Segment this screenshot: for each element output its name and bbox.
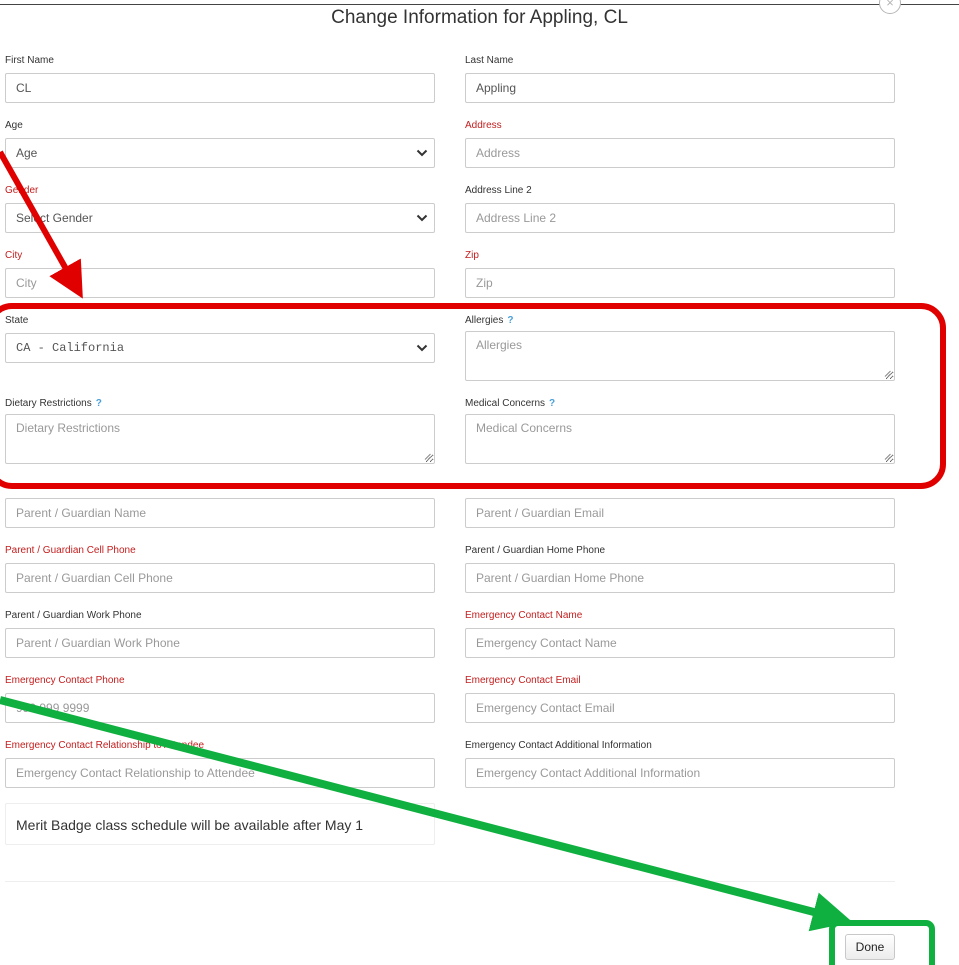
allergies-label: Allergies? [465, 315, 513, 327]
emergency-relationship-label: Emergency Contact Relationship to Attend… [5, 740, 205, 751]
modal-top-border [0, 4, 959, 5]
city-input[interactable] [5, 268, 435, 298]
first-name-label: First Name [5, 55, 54, 66]
done-button[interactable]: Done [845, 934, 895, 960]
allergies-label-text: Allergies [465, 315, 504, 326]
medical-concerns-label-text: Medical Concerns [465, 398, 546, 409]
guardian-home-input[interactable] [465, 563, 895, 593]
gender-label: Gender [5, 185, 39, 196]
state-select[interactable]: CA - California [5, 333, 435, 363]
city-label: City [5, 250, 23, 261]
allergies-textarea[interactable] [465, 331, 895, 381]
help-icon[interactable]: ? [96, 398, 102, 409]
help-icon[interactable]: ? [549, 398, 555, 409]
last-name-input[interactable] [465, 73, 895, 103]
gender-select-value: Select Gender [16, 211, 93, 225]
dietary-restrictions-textarea[interactable] [5, 414, 435, 464]
emergency-email-input[interactable] [465, 693, 895, 723]
guardian-cell-input[interactable] [5, 563, 435, 593]
zip-input[interactable] [465, 268, 895, 298]
state-label: State [5, 315, 29, 326]
age-select-value: Age [16, 146, 38, 160]
modal-title: Change Information for Appling, CL [331, 7, 628, 28]
guardian-email-input[interactable] [465, 498, 895, 528]
merit-badge-notice: Merit Badge class schedule will be avail… [5, 803, 435, 845]
emergency-relationship-input[interactable] [5, 758, 435, 788]
zip-label: Zip [465, 250, 479, 261]
chevron-down-icon [416, 214, 428, 222]
age-label: Age [5, 120, 23, 131]
help-icon[interactable]: ? [507, 315, 513, 326]
gender-select[interactable]: Select Gender [5, 203, 435, 233]
address-line-2-label: Address Line 2 [465, 185, 532, 196]
emergency-name-label: Emergency Contact Name [465, 610, 583, 621]
address-line-2-input[interactable] [465, 203, 895, 233]
address-input[interactable] [465, 138, 895, 168]
guardian-work-input[interactable] [5, 628, 435, 658]
medical-concerns-textarea[interactable] [465, 414, 895, 464]
medical-concerns-label: Medical Concerns? [465, 398, 555, 410]
emergency-name-input[interactable] [465, 628, 895, 658]
guardian-cell-label: Parent / Guardian Cell Phone [5, 545, 136, 556]
chevron-down-icon [416, 149, 428, 157]
guardian-name-input[interactable] [5, 498, 435, 528]
dietary-restrictions-label-text: Dietary Restrictions [5, 398, 92, 409]
emergency-phone-input[interactable] [5, 693, 435, 723]
address-label: Address [465, 120, 502, 131]
guardian-home-label: Parent / Guardian Home Phone [465, 545, 606, 556]
last-name-label: Last Name [465, 55, 514, 66]
emergency-info-input[interactable] [465, 758, 895, 788]
age-select[interactable]: Age [5, 138, 435, 168]
emergency-info-label: Emergency Contact Additional Information [465, 740, 652, 751]
chevron-down-icon [416, 344, 428, 352]
first-name-input[interactable] [5, 73, 435, 103]
dietary-restrictions-label: Dietary Restrictions? [5, 398, 102, 410]
emergency-email-label: Emergency Contact Email [465, 675, 581, 686]
footer-divider [5, 881, 895, 882]
emergency-phone-label: Emergency Contact Phone [5, 675, 125, 686]
state-select-value: CA - California [16, 341, 125, 355]
guardian-work-label: Parent / Guardian Work Phone [5, 610, 142, 621]
